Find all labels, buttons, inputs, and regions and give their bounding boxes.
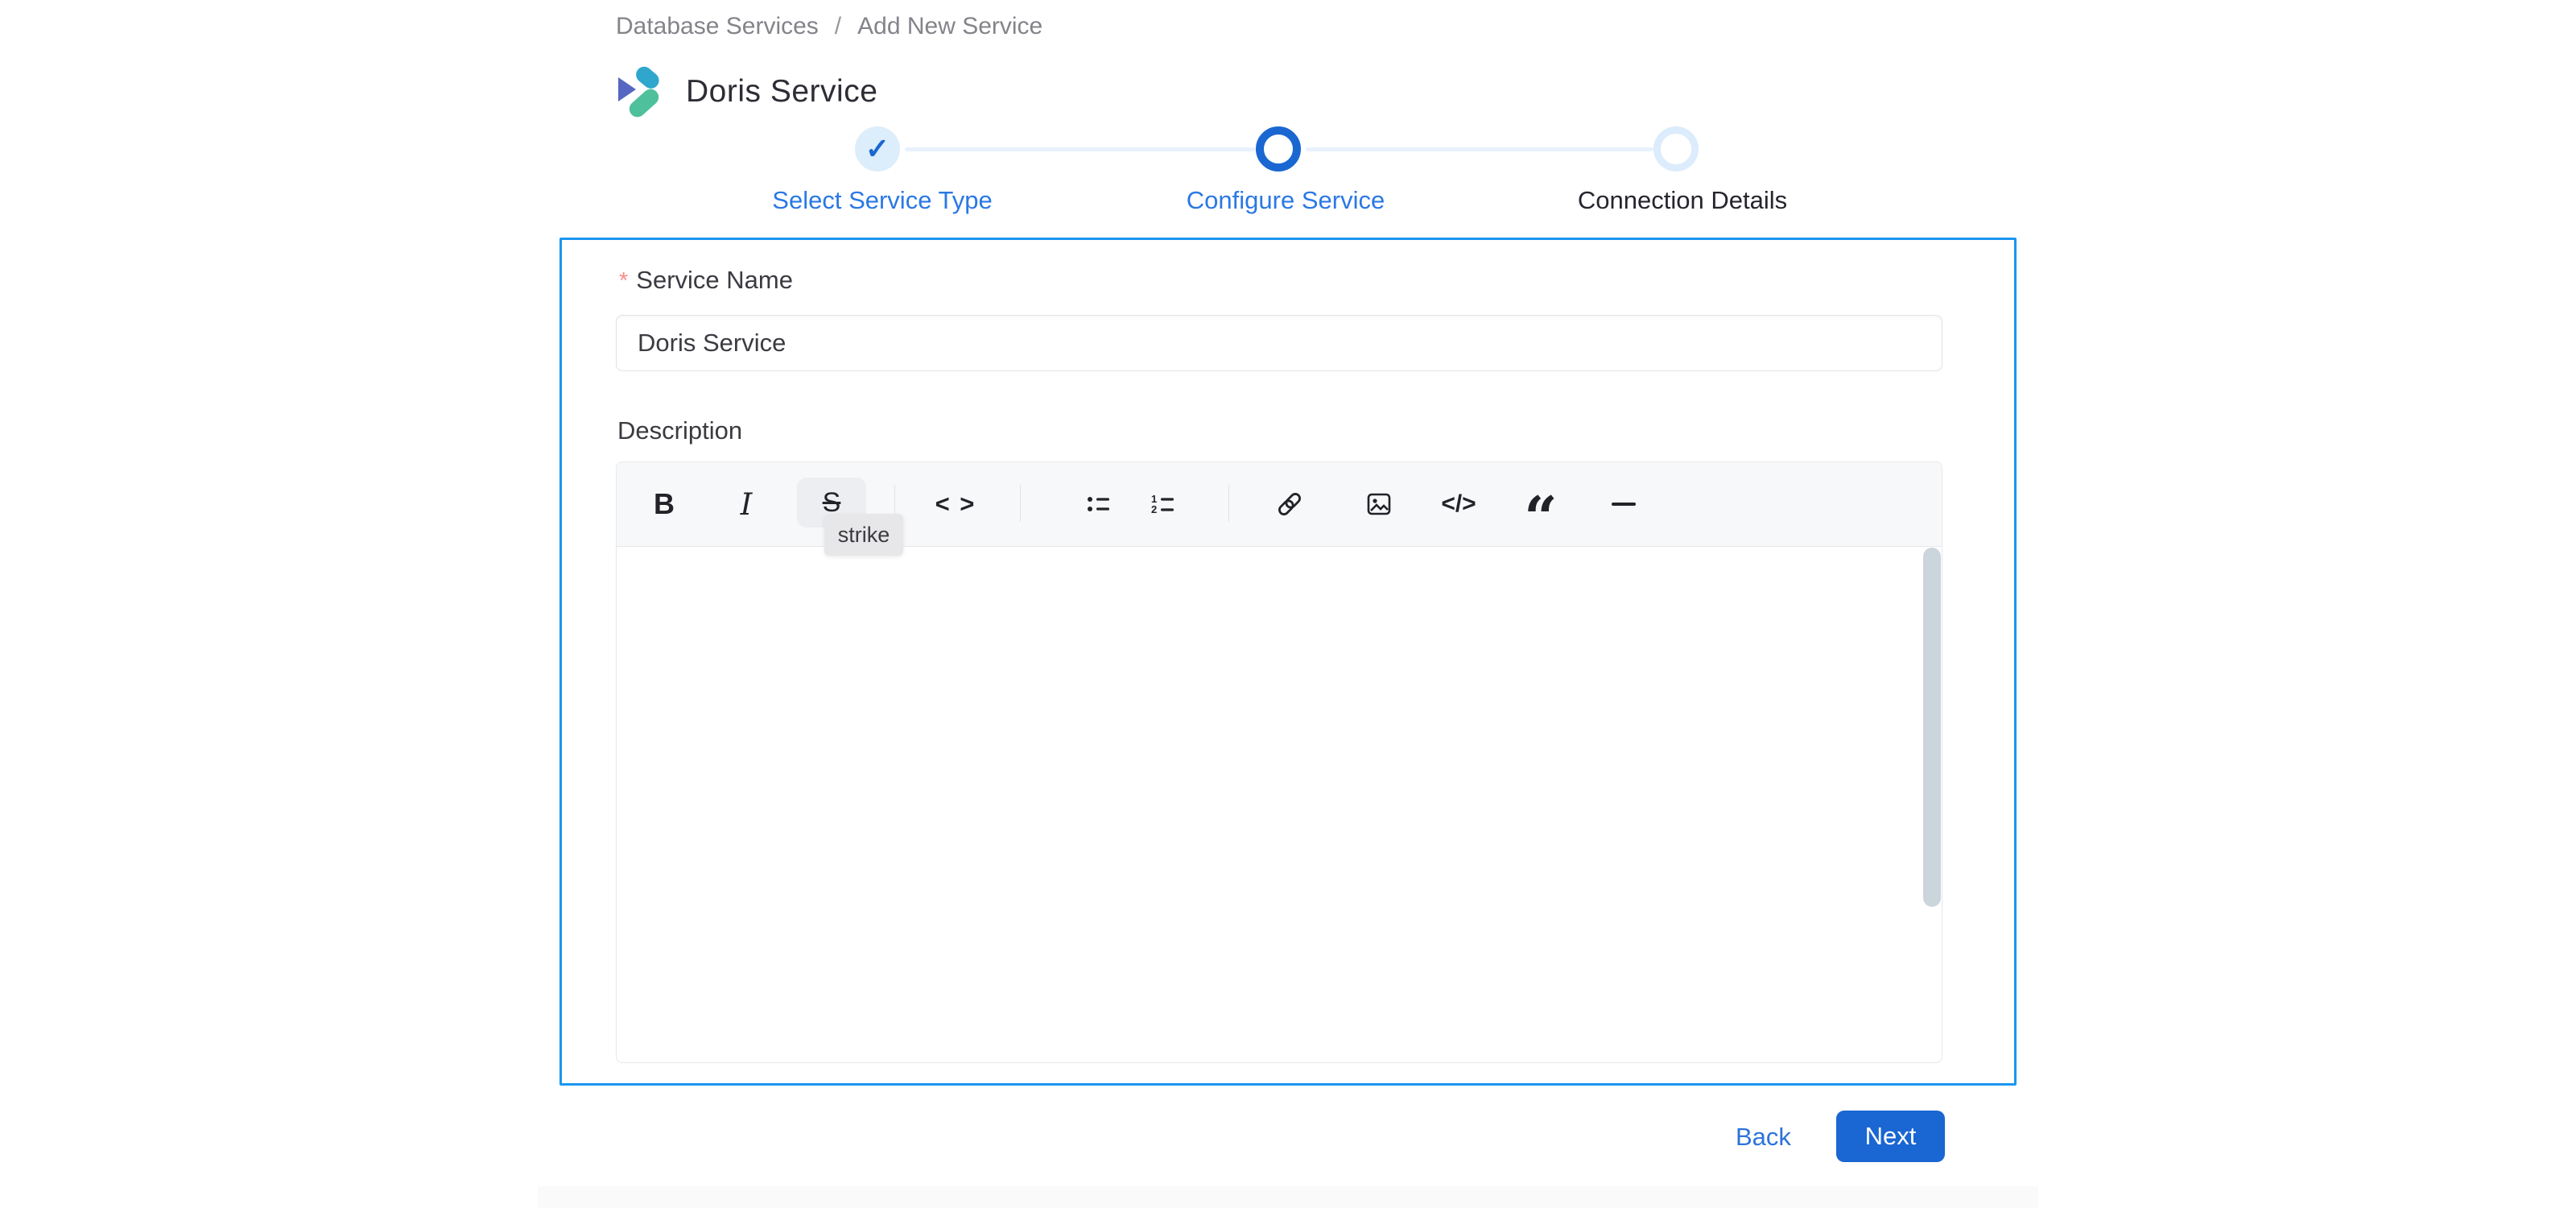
code-block-icon: </> xyxy=(1441,490,1476,517)
ordered-list-button[interactable]: 1 2 xyxy=(1137,478,1189,530)
breadcrumb-separator: / xyxy=(834,13,842,39)
bullet-list-icon xyxy=(1088,497,1109,511)
step-circle-completed[interactable]: ✓ xyxy=(855,126,900,172)
quote-button[interactable]: “ xyxy=(1515,478,1567,552)
back-button[interactable]: Back xyxy=(1736,1123,1791,1152)
step-label-select-service-type[interactable]: Select Service Type xyxy=(713,186,1051,215)
step-circle-upcoming[interactable] xyxy=(1653,126,1699,172)
bold-button[interactable]: B xyxy=(638,478,690,530)
link-icon xyxy=(1278,493,1301,515)
step-circle-active[interactable] xyxy=(1256,126,1301,172)
description-label: Description xyxy=(617,416,743,445)
inline-code-button[interactable]: < > xyxy=(930,478,981,530)
step-label-configure-service[interactable]: Configure Service xyxy=(1117,186,1455,215)
editor-toolbar: B I S < > 1 2 </> “ xyxy=(617,462,1942,552)
link-button[interactable] xyxy=(1264,478,1315,530)
step-label-connection-details: Connection Details xyxy=(1577,186,1788,214)
quote-icon: “ xyxy=(1524,482,1558,552)
breadcrumb: Database Services / Add New Service xyxy=(616,13,1042,40)
bold-icon: B xyxy=(654,487,675,520)
service-name-label: * Service Name xyxy=(619,266,793,294)
italic-button[interactable]: I xyxy=(720,478,772,530)
editor-scrollbar-thumb[interactable] xyxy=(1923,548,1941,907)
breadcrumb-database-services[interactable]: Database Services xyxy=(616,13,819,40)
strike-tooltip: strike xyxy=(824,514,903,556)
horizontal-rule-button[interactable] xyxy=(1598,478,1649,530)
stepper-connector-2 xyxy=(1306,147,1653,151)
svg-text:2: 2 xyxy=(1151,503,1157,515)
image-icon xyxy=(1367,493,1391,515)
description-editor-body[interactable] xyxy=(617,547,1942,1062)
italic-icon: I xyxy=(740,486,753,522)
toolbar-divider xyxy=(1228,485,1229,522)
check-icon: ✓ xyxy=(865,132,890,165)
inline-code-icon: < > xyxy=(935,490,976,518)
stepper-connector-1 xyxy=(905,147,1256,151)
code-block-button[interactable]: </> xyxy=(1433,478,1484,530)
add-new-service-page: Database Services / Add New Service Dori… xyxy=(0,0,2576,1208)
breadcrumb-add-new-service: Add New Service xyxy=(857,13,1043,39)
footer-strip xyxy=(538,1186,2038,1208)
image-button[interactable] xyxy=(1353,478,1405,530)
doris-logo-icon xyxy=(615,66,665,118)
next-button[interactable]: Next xyxy=(1836,1111,1945,1162)
service-name-input[interactable] xyxy=(616,315,1942,371)
horizontal-rule-icon xyxy=(1612,503,1636,506)
page-title: Doris Service xyxy=(686,74,878,109)
ordered-list-icon: 1 2 xyxy=(1151,493,1174,515)
toolbar-divider xyxy=(1020,485,1021,522)
bullet-list-button[interactable] xyxy=(1073,478,1125,530)
description-editor: B I S < > 1 2 </> “ strike xyxy=(616,461,1942,1063)
required-asterisk: * xyxy=(619,268,629,294)
